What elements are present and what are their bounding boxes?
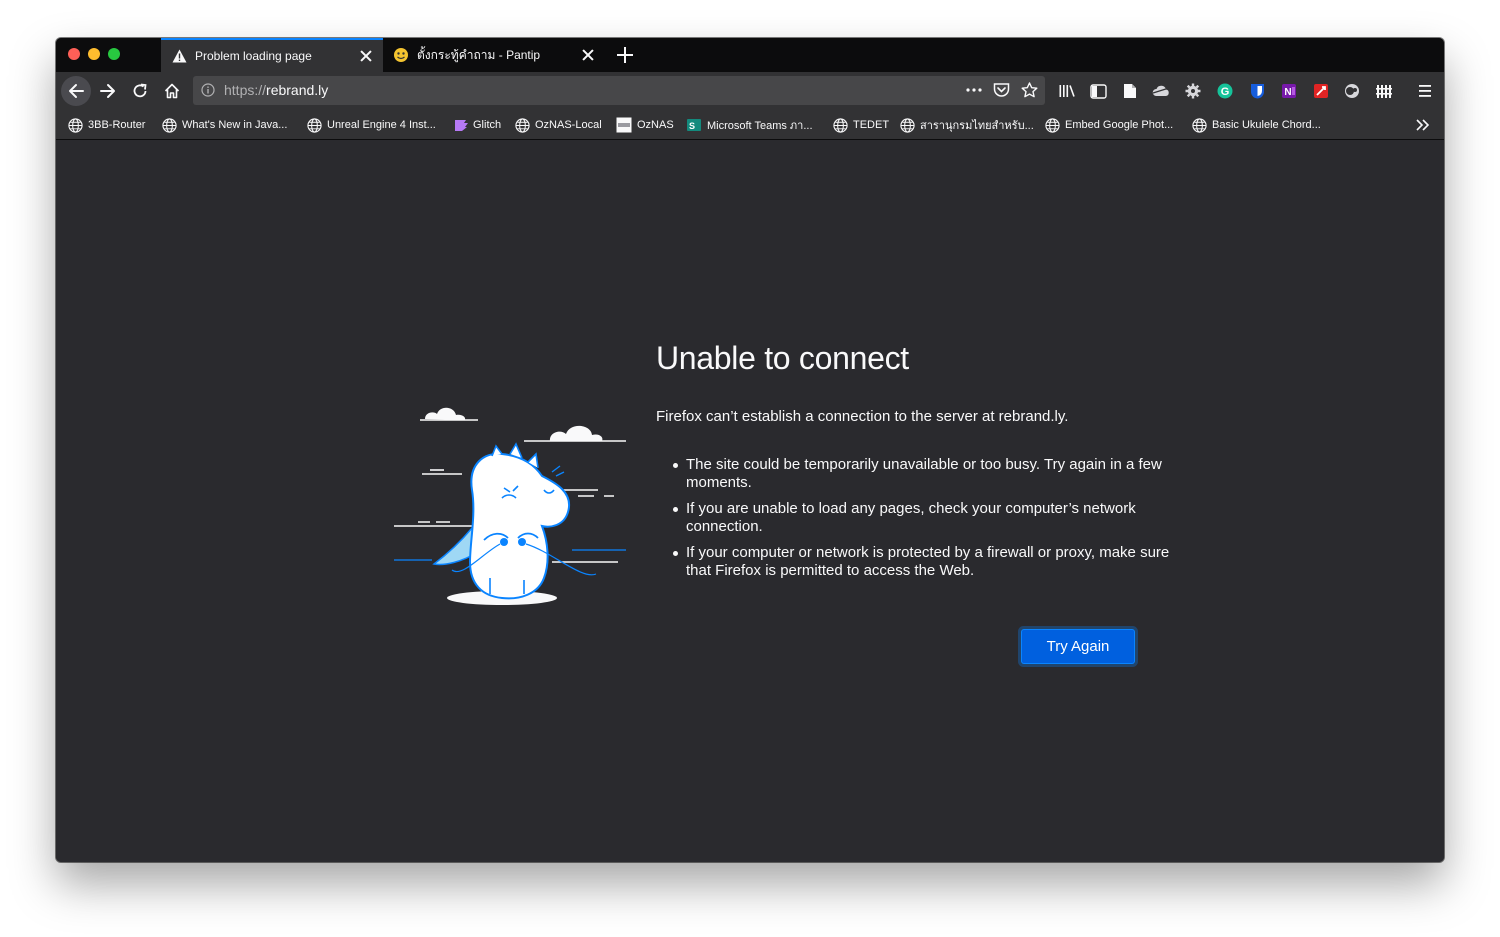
grammarly-icon[interactable]: G: [1216, 82, 1234, 100]
warning-icon: [171, 48, 187, 64]
error-title: Unable to connect: [656, 340, 909, 376]
bookmark-glitch[interactable]: Glitch: [452, 117, 501, 133]
bookmark-whats-new-java[interactable]: What's New in Java...: [161, 117, 287, 133]
globe-icon: [306, 117, 322, 133]
bookmark-label: What's New in Java...: [182, 119, 288, 131]
bookmark-microsoft-teams[interactable]: S Microsoft Teams ภา...: [686, 117, 813, 133]
bookmarks-overflow-chevron-icon[interactable]: [1414, 116, 1432, 134]
page-actions-icon[interactable]: [965, 82, 983, 101]
error-suggestions-list: The site could be temporarily unavailabl…: [656, 456, 1186, 588]
back-arrow-icon: [69, 84, 84, 98]
home-button[interactable]: [157, 76, 187, 106]
globe-icon: [1191, 117, 1207, 133]
svg-text:S: S: [689, 121, 695, 131]
glitch-icon: [452, 117, 468, 133]
url-scheme: https://: [224, 82, 267, 98]
bookmark-label: Embed Google Phot...: [1065, 119, 1174, 131]
tab-problem-loading[interactable]: Problem loading page: [161, 38, 383, 72]
bitwarden-shield-icon[interactable]: [1248, 82, 1266, 100]
hamburger-menu-icon[interactable]: [1416, 82, 1434, 100]
home-icon: [164, 83, 180, 99]
globe-icon: [67, 117, 83, 133]
bookmark-label: OzNAS-Local: [535, 119, 602, 131]
back-button[interactable]: [61, 76, 91, 106]
error-suggestion-item: If you are unable to load any pages, che…: [673, 500, 1186, 536]
tab-pantip[interactable]: ตั้งกระทู้คำถาม - Pantip: [383, 38, 605, 72]
forward-arrow-icon: [100, 84, 115, 98]
svg-text:N: N: [1284, 87, 1291, 98]
url-text: https://rebrand.ly: [224, 82, 328, 98]
library-icon[interactable]: [1058, 82, 1076, 100]
forward-button[interactable]: [93, 76, 123, 106]
bookmark-thai-encyclopedia[interactable]: สารานุกรมไทยสำหรับ...: [899, 117, 1034, 133]
reader-document-icon[interactable]: [1121, 82, 1139, 100]
close-tab-icon[interactable]: [359, 49, 373, 63]
bookmark-label: OzNAS: [637, 119, 674, 131]
bookmark-label: 3BB-Router: [88, 119, 146, 131]
new-tab-button[interactable]: [616, 46, 634, 64]
error-suggestion-item: If your computer or network is protected…: [673, 544, 1186, 580]
tab-title: ตั้งกระทู้คำถาม - Pantip: [417, 47, 541, 62]
url-host: rebrand.ly: [266, 82, 329, 98]
bookmark-label: สารานุกรมไทยสำหรับ...: [920, 120, 1034, 132]
synology-icon: [616, 117, 632, 133]
red-extension-icon[interactable]: [1312, 82, 1330, 100]
window-minimize-button[interactable]: [88, 48, 100, 60]
globe-icon: [514, 117, 530, 133]
fence-extension-icon[interactable]: [1375, 82, 1393, 100]
bookmark-label: TEDET: [853, 119, 890, 131]
globe-icon: [899, 117, 915, 133]
bookmarks-toolbar: 3BB-Router What's New in Java... Unreal …: [56, 110, 1444, 140]
bookmark-unreal-engine[interactable]: Unreal Engine 4 Inst...: [306, 117, 436, 133]
svg-text:G: G: [1221, 86, 1230, 98]
globe-icon: [161, 117, 177, 133]
site-info-icon[interactable]: [201, 83, 215, 100]
reload-button[interactable]: [125, 76, 155, 106]
globe-icon: [1044, 117, 1060, 133]
cloud-extension-icon[interactable]: [1152, 82, 1170, 100]
sidebar-icon[interactable]: [1089, 82, 1107, 100]
nav-bar: https://rebrand.ly G N: [56, 72, 1444, 110]
bookmark-label: Glitch: [473, 119, 502, 131]
browser-window: Problem loading page ตั้งกระทู้คำถาม - P…: [56, 38, 1444, 862]
sad-dinosaur-illustration: [394, 407, 626, 605]
error-suggestion-item: The site could be temporarily unavailabl…: [673, 456, 1186, 492]
pocket-icon[interactable]: [993, 82, 1010, 101]
bookmark-oznas-local[interactable]: OzNAS-Local: [514, 117, 602, 133]
error-description: Firefox can’t establish a connection to …: [656, 408, 1069, 425]
bookmark-oznas[interactable]: OzNAS: [616, 117, 674, 133]
bookmark-star-icon[interactable]: [1021, 82, 1038, 101]
url-bar[interactable]: https://rebrand.ly: [193, 76, 1045, 105]
onenote-icon[interactable]: N: [1280, 82, 1298, 100]
bookmark-3bb-router[interactable]: 3BB-Router: [67, 117, 145, 133]
tab-title: Problem loading page: [195, 49, 312, 63]
profile-extension-icon[interactable]: [1343, 82, 1361, 100]
gear-extension-icon[interactable]: [1184, 82, 1202, 100]
bookmark-basic-ukulele[interactable]: Basic Ukulele Chord...: [1191, 117, 1321, 133]
bookmark-tedet[interactable]: TEDET: [832, 117, 889, 133]
pantip-favicon: [393, 47, 409, 63]
window-maximize-button[interactable]: [108, 48, 120, 60]
globe-icon: [832, 117, 848, 133]
bookmark-embed-google-photos[interactable]: Embed Google Phot...: [1044, 117, 1173, 133]
bookmark-label: Basic Ukulele Chord...: [1212, 119, 1321, 131]
reload-icon: [133, 83, 147, 98]
bookmark-label: Microsoft Teams ภา...: [707, 120, 813, 132]
teams-icon: S: [686, 117, 702, 133]
close-tab-icon[interactable]: [581, 48, 595, 62]
bookmark-label: Unreal Engine 4 Inst...: [327, 119, 436, 131]
try-again-button[interactable]: Try Again: [1022, 630, 1134, 663]
error-page: Unable to connect Firefox can’t establis…: [56, 140, 1444, 862]
tab-bar: Problem loading page ตั้งกระทู้คำถาม - P…: [56, 38, 1444, 72]
window-close-button[interactable]: [68, 48, 80, 60]
